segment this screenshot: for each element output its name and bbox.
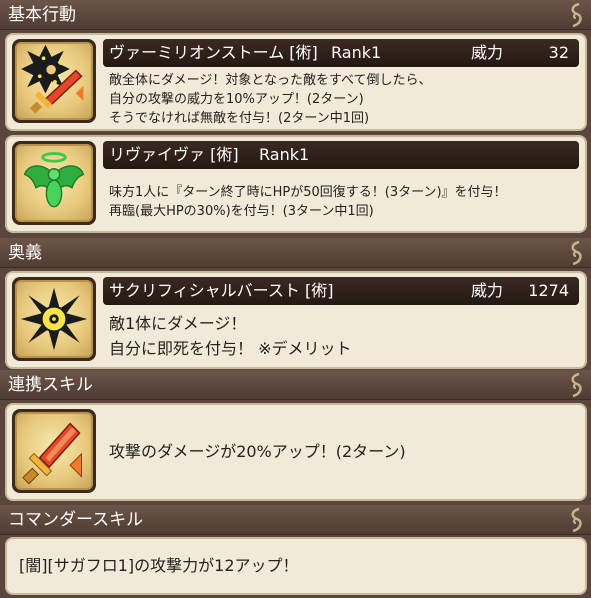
skill-description: 味方1人に『ターン終了時にHPが50回復する！(3ターン)』を付与！ 再臨(最大… — [109, 183, 577, 221]
swirl-ornament-icon — [571, 372, 582, 398]
skill-title-bar: サクリフィシャルバースト [術] 威力 1274 — [103, 277, 579, 305]
winged-angel-icon — [23, 152, 85, 208]
description-line: 敵全体にダメージ！対象となった敵をすべて倒したら、 — [109, 73, 432, 88]
skill-icon-frame — [12, 141, 96, 225]
skill-card-revivа[interactable]: リヴァイヴァ [術] Rank1 味方1人に『ターン終了時にHPが50回復する！… — [5, 135, 587, 233]
section-title: コマンダースキル — [8, 510, 144, 530]
power-label: 威力 — [471, 43, 504, 62]
skill-title-bar: ヴァーミリオンストーム [術] Rank1 威力 32 — [103, 39, 579, 67]
swirl-ornament-icon — [571, 507, 582, 533]
skill-icon-frame — [12, 277, 96, 361]
description-line: 自分の攻撃の威力を10%アップ！(2ターン) — [109, 92, 364, 107]
burst-icon — [20, 287, 88, 351]
section-title: 基本行動 — [8, 5, 76, 25]
skill-description: [闇][サガフロ1]の攻撃力が12アップ！ — [19, 553, 577, 578]
description-line: 敵1体にダメージ！ — [109, 314, 247, 333]
description-line: そうでなければ無敵を付与！(2ターン中1回) — [109, 111, 370, 126]
skill-description: 敵全体にダメージ！対象となった敵をすべて倒したら、 自分の攻撃の威力を10%アッ… — [109, 71, 577, 128]
section-header-basic: 基本行動 — [0, 0, 591, 30]
skill-rank: Rank1 — [331, 43, 382, 62]
skill-name: ヴァーミリオンストーム [術] — [109, 43, 318, 62]
power-label: 威力 — [471, 281, 504, 300]
skill-card-renkei[interactable]: 攻撃のダメージが20%アップ！(2ターン) — [5, 403, 587, 501]
section-header-renkei: 連携スキル — [0, 370, 591, 400]
skill-detail-screen: 基本行動 ヴァーミリオンストーム [術] Rank1 威力 32 敵全体にダメー… — [0, 0, 591, 598]
commander-skill-card[interactable]: [闇][サガフロ1]の攻撃力が12アップ！ — [5, 537, 587, 595]
skill-card-sacrificial-burst[interactable]: サクリフィシャルバースト [術] 威力 1274 敵1体にダメージ！ 自分に即死… — [5, 271, 587, 369]
skill-name: リヴァイヴァ [術] — [109, 145, 239, 164]
shuriken-sword-icon — [21, 44, 84, 114]
sword-icon — [22, 422, 82, 485]
description-line: 味方1人に『ターン終了時にHPが50回復する！(3ターン)』を付与！ — [109, 185, 507, 200]
skill-card-vermilion-storm[interactable]: ヴァーミリオンストーム [術] Rank1 威力 32 敵全体にダメージ！対象と… — [5, 33, 587, 131]
section-title: 奥義 — [8, 243, 42, 263]
swirl-ornament-icon — [571, 240, 582, 266]
description-line: 自分に即死を付与！ ※デメリット — [109, 339, 352, 358]
skill-title-bar: リヴァイヴァ [術] Rank1 — [103, 141, 579, 169]
description-line: [闇][サガフロ1]の攻撃力が12アップ！ — [19, 556, 299, 575]
section-header-ougi: 奥義 — [0, 238, 591, 268]
description-line: 再臨(最大HPの30%)を付与！(3ターン中1回) — [109, 204, 374, 219]
power-value: 32 — [548, 43, 569, 62]
skill-icon-frame — [12, 39, 96, 123]
skill-icon-frame — [12, 409, 96, 493]
description-line: 攻撃のダメージが20%アップ！(2ターン) — [109, 442, 406, 461]
skill-rank: Rank1 — [259, 145, 310, 164]
skill-description: 敵1体にダメージ！ 自分に即死を付与！ ※デメリット — [109, 311, 577, 361]
skill-name: サクリフィシャルバースト [術] — [109, 281, 334, 300]
section-header-commander: コマンダースキル — [0, 505, 591, 535]
power-value: 1274 — [528, 281, 569, 300]
skill-description: 攻撃のダメージが20%アップ！(2ターン) — [109, 439, 577, 464]
swirl-ornament-icon — [571, 2, 582, 28]
section-title: 連携スキル — [8, 375, 93, 395]
